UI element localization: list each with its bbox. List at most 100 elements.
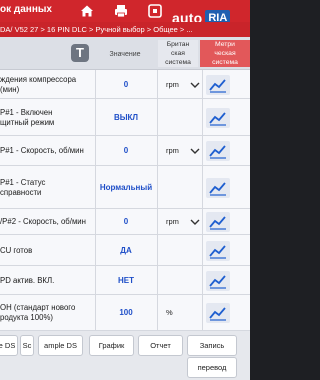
column-divider: [157, 99, 158, 136]
row-name: CU готов: [0, 246, 94, 256]
line-chart-icon: [209, 112, 226, 126]
chevron-down-icon[interactable]: [190, 147, 200, 155]
print-icon[interactable]: [113, 3, 129, 19]
graph-toggle-button[interactable]: [206, 212, 230, 232]
line-chart-icon: [209, 79, 226, 93]
row-value: 0: [123, 80, 129, 89]
table-row[interactable]: P#1 - Включен щитный режим ВЫКЛ: [0, 99, 250, 136]
stop-icon[interactable]: [147, 3, 163, 19]
row-value: 0: [123, 217, 129, 226]
graph-toggle-button[interactable]: [206, 178, 230, 198]
row-name-line: ОН (стандарт нового: [0, 303, 76, 312]
column-divider: [202, 295, 203, 331]
row-name-line: (мин): [0, 85, 20, 94]
translate-button[interactable]: перевод: [187, 357, 237, 378]
table-row[interactable]: CU готов ДА: [0, 235, 250, 266]
column-divider: [95, 266, 96, 295]
column-divider: [202, 166, 203, 209]
row-name: ОН (стандарт нового родукта 100%): [0, 303, 94, 323]
ds-button[interactable]: e DS: [0, 335, 18, 356]
column-divider: [157, 209, 158, 235]
metric-label-line: ческая: [214, 50, 236, 57]
row-name-line: P#1 - Статус: [0, 178, 46, 187]
column-divider: [202, 136, 203, 166]
table-row[interactable]: P#1 - Скорость, об/мин 0 rpm: [0, 136, 250, 166]
table-row[interactable]: /P#2 - Скорость, об/мин 0 rpm: [0, 209, 250, 235]
row-name: P#1 - Включен щитный режим: [0, 108, 94, 128]
line-chart-icon: [209, 307, 226, 321]
row-name: P#1 - Статус справности: [0, 178, 94, 198]
row-name: P#1 - Скорость, об/мин: [0, 146, 94, 156]
line-chart-icon: [209, 245, 226, 259]
graph-button[interactable]: График: [89, 335, 134, 356]
home-icon[interactable]: [79, 3, 95, 19]
column-divider: [202, 266, 203, 295]
value-column-header: Значение: [109, 51, 141, 58]
row-name: /P#2 - Скорость, об/мин: [0, 217, 94, 227]
row-name-line: CU готов: [0, 246, 33, 255]
metric-label-line: Метри: [215, 41, 235, 48]
row-value: ВЫКЛ: [113, 113, 139, 122]
line-chart-icon: [209, 275, 226, 289]
column-divider: [95, 70, 96, 99]
column-divider: [95, 235, 96, 266]
graph-toggle-button[interactable]: [206, 271, 230, 291]
report-button[interactable]: Отчет: [138, 335, 183, 356]
row-value: 0: [123, 146, 129, 155]
graph-toggle-button[interactable]: [206, 303, 230, 323]
column-divider: [157, 235, 158, 266]
chevron-down-icon[interactable]: [190, 218, 200, 226]
row-name-line: ждения компрессора: [0, 75, 77, 84]
british-label-line: система: [165, 59, 191, 66]
column-divider: [202, 235, 203, 266]
graph-toggle-button[interactable]: [206, 75, 230, 95]
column-divider: [157, 136, 158, 166]
column-divider: [157, 266, 158, 295]
table-row[interactable]: ждения компрессора (мин) 0 rpm: [0, 70, 250, 99]
column-divider: [157, 70, 158, 99]
table-row[interactable]: P#1 - Статус справности Нормальный: [0, 166, 250, 209]
row-name: ждения компрессора (мин): [0, 75, 94, 95]
british-label-line: ская: [171, 50, 185, 57]
metric-label-line: система: [212, 59, 238, 66]
metric-system-button[interactable]: Метри ческая система: [200, 40, 250, 67]
table-row[interactable]: ОН (стандарт нового родукта 100%) 100%: [0, 295, 250, 331]
row-unit: rpm: [166, 80, 179, 89]
row-name-line: /P#2 - Скорость, об/мин: [0, 217, 86, 226]
record-button[interactable]: Запись: [187, 335, 237, 356]
line-chart-icon: [209, 182, 226, 196]
column-divider: [157, 166, 158, 209]
column-divider: [95, 136, 96, 166]
row-value: 100: [119, 308, 133, 317]
table-row[interactable]: PD актив. ВКЛ. НЕТ: [0, 266, 250, 295]
row-name-line: P#1 - Включен: [0, 108, 53, 117]
row-value: ДА: [120, 246, 132, 255]
row-unit: rpm: [166, 146, 179, 155]
column-divider: [95, 166, 96, 209]
chevron-down-icon[interactable]: [190, 81, 200, 89]
bottom-toolbar: e DS Sc ample DS График Отчет Запись пер…: [0, 331, 250, 380]
graph-toggle-button[interactable]: [206, 241, 230, 261]
column-divider: [157, 295, 158, 331]
row-value: НЕТ: [118, 276, 134, 285]
row-name-line: щитный режим: [0, 118, 55, 127]
text-size-icon[interactable]: T: [71, 44, 89, 62]
line-chart-icon: [209, 216, 226, 230]
column-divider: [95, 295, 96, 331]
screen: ок данных auto RIA DA/ V52 27 > 16 PIN D…: [0, 0, 250, 380]
sc-button[interactable]: Sc: [20, 335, 34, 356]
row-name-line: родукта 100%): [0, 313, 53, 322]
sample-ds-button[interactable]: ample DS: [38, 335, 83, 356]
row-name: PD актив. ВКЛ.: [0, 276, 94, 286]
column-divider: [202, 70, 203, 99]
graph-toggle-button[interactable]: [206, 108, 230, 128]
column-header: T Значение Британ ская система Метри чес…: [0, 37, 250, 70]
row-unit: %: [166, 308, 173, 317]
row-name-line: P#1 - Скорость, об/мин: [0, 146, 84, 155]
row-value: Нормальный: [99, 183, 153, 192]
row-name-line: PD актив. ВКЛ.: [0, 276, 55, 285]
column-divider: [95, 99, 96, 136]
breadcrumb: DA/ V52 27 > 16 PIN DLC > Ручной выбор >…: [0, 22, 250, 37]
british-system-button[interactable]: Британ ская система: [158, 40, 198, 67]
graph-toggle-button[interactable]: [206, 141, 230, 161]
